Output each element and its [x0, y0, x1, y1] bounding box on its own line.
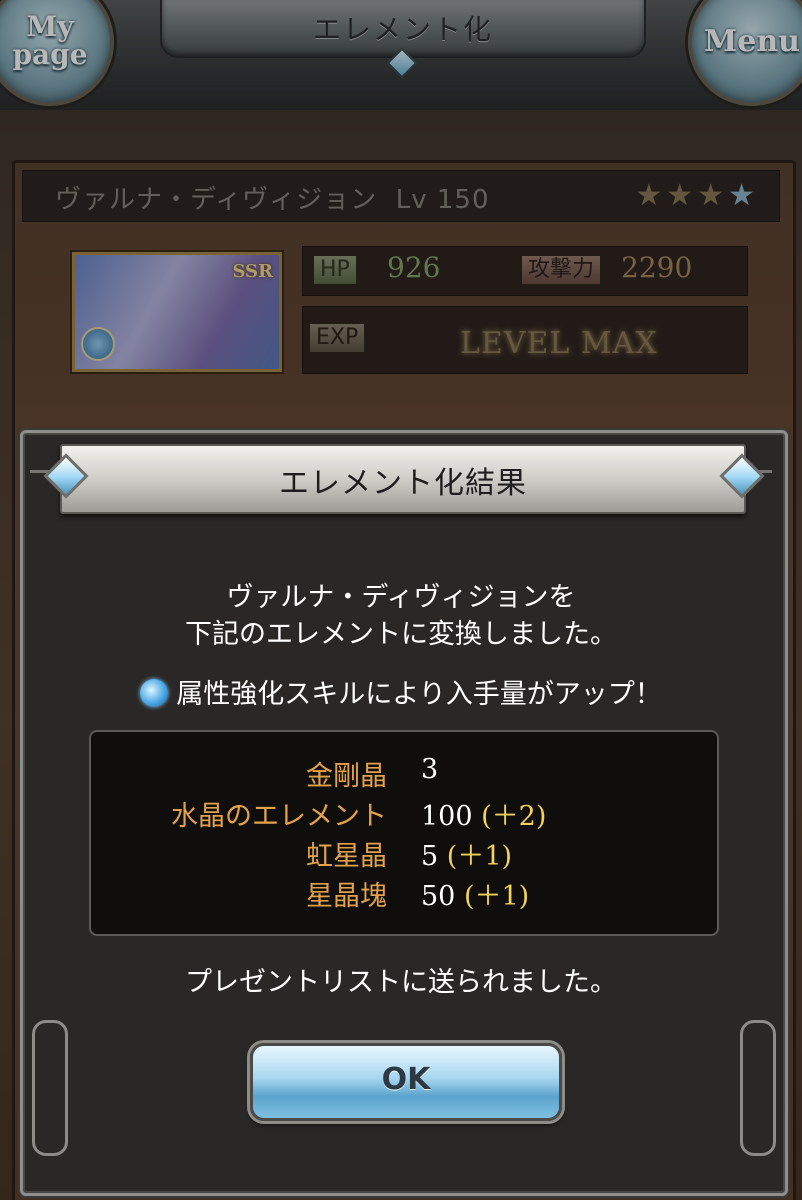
skill-note: 属性強化スキルにより入手量がアップ！	[0, 672, 802, 711]
result-list: 金剛晶 3 水晶のエレメント 100 (＋2) 虹星晶 5 (＋1) 星晶塊 5…	[89, 730, 719, 936]
result-item-name: 星晶塊	[306, 881, 387, 912]
ok-button[interactable]: OK	[250, 1043, 562, 1121]
result-row: 水晶のエレメント 100 (＋2)	[91, 794, 717, 834]
screen: エレメント化 My page Menu ヴァルナ・ディヴィジョン Lv 150 …	[0, 0, 802, 1200]
result-item-bonus: (＋1)	[463, 881, 530, 912]
sent-to-present-message: プレゼントリストに送られました。	[185, 967, 617, 998]
result-item-name: 金剛晶	[306, 761, 387, 792]
result-item-amount: 100 (＋2)	[421, 801, 547, 832]
result-item-amount: 50 (＋1)	[421, 881, 530, 912]
skill-note-text: 属性強化スキルにより入手量がアップ！	[176, 679, 662, 710]
result-item-bonus: (＋2)	[481, 801, 547, 832]
result-row: 金剛晶 3	[91, 754, 717, 794]
result-row: 虹星晶 5 (＋1)	[91, 834, 717, 874]
result-message-line2: 下記のエレメントに変換しました。	[185, 619, 617, 650]
ornament-vine-left	[32, 1020, 68, 1156]
result-item-name: 水晶のエレメント	[171, 801, 387, 832]
result-item-name: 虹星晶	[306, 841, 387, 872]
result-row: 星晶塊 50 (＋1)	[91, 874, 717, 914]
ok-label: OK	[381, 1062, 431, 1097]
dialog-title: エレメント化結果	[279, 466, 527, 501]
result-message-line1: ヴァルナ・ディヴィジョンを	[226, 582, 576, 613]
water-orb-icon	[140, 679, 169, 707]
ornament-vine-right	[740, 1020, 776, 1156]
result-item-bonus: (＋1)	[446, 841, 513, 872]
dialog-title-banner: エレメント化結果	[60, 444, 746, 514]
result-item-amount: 3	[421, 754, 439, 785]
result-item-amount: 5 (＋1)	[421, 841, 513, 872]
